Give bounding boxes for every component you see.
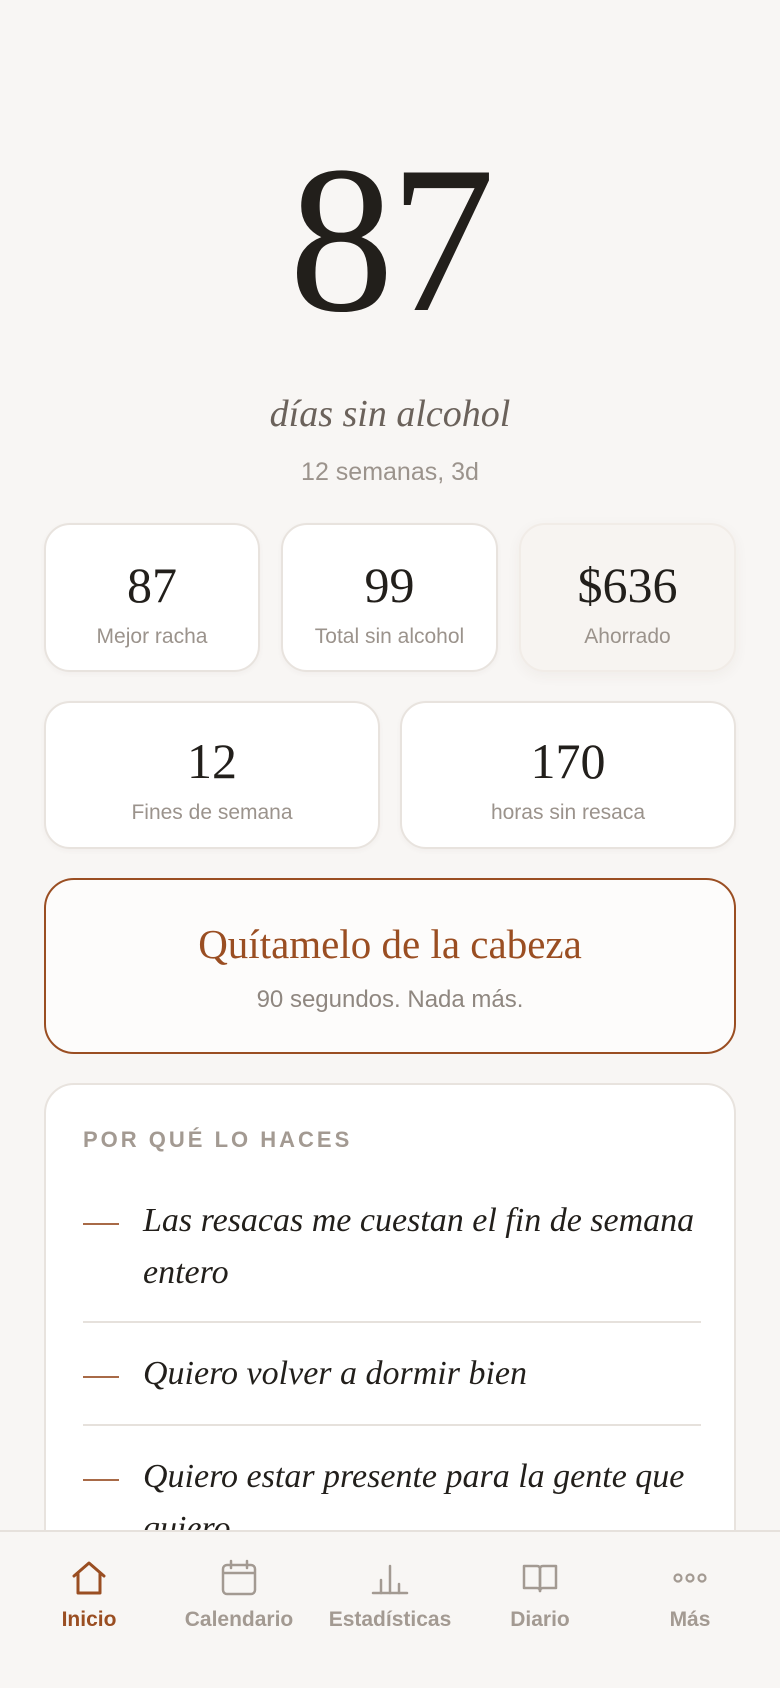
tab-label: Más (669, 1608, 711, 1631)
stat-label: Fines de semana (131, 801, 293, 824)
stat-card-total[interactable]: 99 Total sin alcohol (281, 523, 498, 672)
stat-value: $636 (577, 557, 678, 613)
stat-card-weekends[interactable]: 12 Fines de semana (44, 701, 380, 849)
tab-diario[interactable]: Diario (462, 1558, 618, 1632)
stat-label: Mejor racha (96, 625, 208, 648)
divider (83, 1424, 701, 1426)
reason-text: Quiero volver a dormir bien (143, 1355, 528, 1392)
tab-label: Diario (510, 1608, 570, 1631)
reasons-title: POR QUÉ LO HACES (83, 1127, 353, 1152)
stat-value: 12 (187, 733, 237, 789)
reason-text: Las resacas me cuestan el fin de semana … (143, 1202, 695, 1291)
tab-estadisticas[interactable]: Estadísticas (312, 1558, 468, 1632)
book-icon (522, 1564, 558, 1593)
home-icon (72, 1561, 106, 1595)
stat-value: 87 (127, 557, 177, 613)
tab-mas[interactable]: Más (612, 1558, 768, 1632)
reason-item[interactable]: Las resacas me cuestan el fin de semana … (83, 1195, 701, 1299)
tab-label: Inicio (61, 1608, 117, 1631)
stat-label: Ahorrado (584, 625, 671, 648)
craving-help-subtitle: 90 segundos. Nada más. (256, 986, 524, 1013)
craving-help-button[interactable]: Quítamelo de la cabeza 90 segundos. Nada… (44, 878, 736, 1054)
stat-card-hangover-hours[interactable]: 170 horas sin resaca (400, 701, 736, 849)
streak-duration: 12 semanas, 3d (301, 458, 479, 486)
divider (83, 1321, 701, 1323)
streak-days-count: 87 (289, 124, 495, 356)
more-icon (673, 1573, 707, 1583)
tab-inicio[interactable]: Inicio (11, 1558, 167, 1632)
streak-days-label: días sin alcohol (269, 393, 511, 435)
tab-label: Estadísticas (328, 1608, 452, 1631)
stat-card-saved[interactable]: $636 Ahorrado (519, 523, 736, 672)
bottom-tab-bar: Inicio Calendario Estadísticas Diario Má… (0, 1530, 780, 1688)
calendar-icon (221, 1559, 257, 1596)
dash-icon (83, 1223, 119, 1225)
tab-calendario[interactable]: Calendario (161, 1558, 317, 1632)
dash-icon (83, 1479, 119, 1481)
stat-value: 170 (530, 733, 606, 789)
dash-icon (83, 1376, 119, 1378)
tab-label: Calendario (184, 1608, 294, 1631)
chart-icon (371, 1564, 409, 1595)
craving-help-title: Quítamelo de la cabeza (198, 921, 582, 967)
stat-label: horas sin resaca (490, 801, 646, 824)
streak-hero: 87 días sin alcohol 12 semanas, 3d (0, 124, 780, 487)
stat-value: 99 (364, 557, 415, 613)
reason-item[interactable]: Quiero volver a dormir bien (83, 1348, 701, 1400)
stat-card-best-streak[interactable]: 87 Mejor racha (44, 523, 260, 672)
stat-label: Total sin alcohol (314, 625, 465, 648)
